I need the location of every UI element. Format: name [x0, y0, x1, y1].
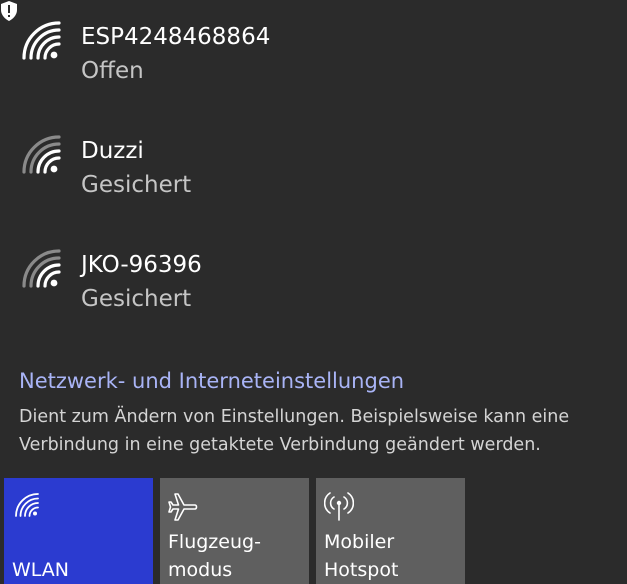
network-settings-link[interactable]: Netzwerk- und Interneteinstellungen	[19, 366, 404, 396]
shield-warning-icon	[0, 0, 18, 22]
tile-label: Flugzeug- modus	[168, 528, 261, 584]
network-status: Gesichert	[81, 172, 192, 198]
wifi-signal-weak-icon	[18, 244, 66, 294]
network-name: ESP4248468864	[81, 24, 271, 50]
tile-label-line1: Flugzeug-	[168, 531, 261, 553]
network-name: JKO-96396	[81, 252, 202, 278]
wifi-icon	[12, 490, 42, 522]
tile-label-line2: WLAN	[12, 559, 70, 581]
tile-label: WLAN	[12, 528, 69, 584]
network-name: Duzzi	[81, 138, 144, 164]
tile-label-line2: Hotspot	[324, 559, 399, 581]
network-status: Offen	[81, 58, 144, 84]
network-item-duzzi[interactable]: Duzzi Gesichert	[0, 114, 627, 214]
wifi-signal-weak-icon	[18, 130, 66, 180]
network-settings-description: Dient zum Ändern von Einstellungen. Beis…	[19, 407, 570, 455]
tile-label-line1	[12, 528, 69, 556]
airplane-mode-tile[interactable]: Flugzeug- modus	[160, 478, 309, 584]
mobile-hotspot-tile[interactable]: Mobiler Hotspot	[316, 478, 465, 584]
network-item-esp4248468864[interactable]: ESP4248468864 Offen	[0, 0, 627, 100]
network-status: Gesichert	[81, 286, 192, 312]
wlan-toggle-tile[interactable]: WLAN	[4, 478, 153, 584]
airplane-icon	[168, 490, 198, 522]
quick-action-tiles: WLAN Flugzeug- modus Mobiler Hotspot	[0, 478, 627, 584]
tile-label-line1: Mobiler	[324, 531, 395, 553]
network-item-jko-96396[interactable]: JKO-96396 Gesichert	[0, 228, 627, 328]
wifi-signal-strong-icon	[18, 16, 66, 66]
tile-label: Mobiler Hotspot	[324, 528, 398, 584]
hotspot-icon	[324, 490, 354, 522]
tile-label-line2: modus	[168, 559, 233, 581]
